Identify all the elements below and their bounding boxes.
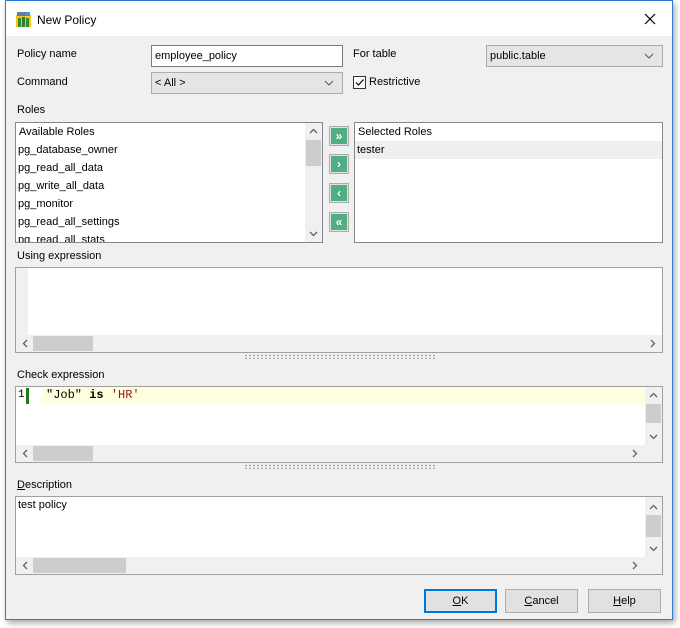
description-label: Description — [17, 479, 73, 491]
roles-label: Roles — [17, 104, 46, 116]
scrollbar-thumb[interactable] — [306, 140, 321, 166]
scroll-left-icon[interactable] — [20, 560, 30, 570]
restrictive-checkbox[interactable] — [353, 76, 366, 89]
ok-button[interactable]: OK — [424, 589, 497, 613]
check-expression-label: Check expression — [17, 369, 105, 381]
scroll-left-icon[interactable] — [20, 338, 30, 348]
available-roles-header: Available Roles — [19, 126, 95, 138]
chevron-left-icon: ‹ — [331, 185, 347, 201]
selected-roles-header: Selected Roles — [358, 126, 432, 138]
check-expression-editor[interactable]: 1 "Job" is 'HR' — [15, 386, 663, 463]
remove-role-button[interactable]: ‹ — [329, 183, 349, 203]
list-item[interactable]: pg_write_all_data — [16, 177, 322, 195]
description-textarea[interactable]: test policy — [15, 496, 663, 575]
using-expression-hscrollbar[interactable] — [16, 335, 662, 352]
list-item[interactable]: pg_read_all_settings — [16, 213, 322, 231]
new-policy-dialog: New Policy Policy name employee_policy F… — [5, 0, 673, 620]
command-select[interactable]: < All > — [151, 72, 343, 94]
for-table-label: For table — [353, 48, 397, 60]
chevron-down-icon — [644, 53, 654, 59]
scroll-left-icon[interactable] — [20, 448, 30, 458]
splitter-handle[interactable] — [244, 354, 436, 359]
scroll-right-icon[interactable] — [648, 338, 658, 348]
for-table-value: public.table — [490, 50, 546, 62]
double-chevron-right-icon: » — [331, 128, 347, 144]
list-item[interactable]: pg_database_owner — [16, 141, 322, 159]
available-roles-scrollbar[interactable] — [305, 123, 322, 242]
splitter-handle[interactable] — [244, 464, 436, 469]
scroll-down-icon[interactable] — [308, 229, 318, 239]
double-chevron-left-icon: « — [331, 214, 347, 230]
list-item[interactable]: pg_read_all_stats — [16, 231, 322, 242]
title-bar: New Policy — [6, 1, 672, 36]
add-all-roles-button[interactable]: » — [329, 126, 349, 146]
database-tools-icon — [16, 12, 31, 27]
help-button[interactable]: Help — [588, 589, 661, 613]
scroll-down-icon[interactable] — [648, 544, 658, 554]
scroll-up-icon[interactable] — [308, 126, 318, 136]
check-expression-code: "Job" is 'HR' — [46, 388, 140, 402]
scroll-right-icon[interactable] — [630, 560, 640, 570]
scrollbar-thumb[interactable] — [646, 404, 661, 423]
available-roles-list[interactable]: Available Roles pg_database_owner pg_rea… — [15, 122, 323, 243]
line-number: 1 — [18, 389, 25, 401]
checkmark-icon — [355, 79, 364, 86]
scroll-down-icon[interactable] — [648, 432, 658, 442]
scroll-up-icon[interactable] — [648, 390, 658, 400]
command-label: Command — [17, 76, 68, 88]
scrollbar-thumb[interactable] — [33, 558, 126, 573]
remove-all-roles-button[interactable]: « — [329, 212, 349, 232]
using-expression-label: Using expression — [17, 250, 102, 262]
modified-line-marker — [26, 388, 29, 404]
close-button[interactable] — [628, 1, 672, 36]
policy-name-label: Policy name — [17, 48, 77, 60]
code-keyword: is — [89, 388, 104, 402]
scrollbar-thumb[interactable] — [33, 446, 93, 461]
cancel-button[interactable]: Cancel — [505, 589, 578, 613]
check-expression-vscrollbar[interactable] — [645, 387, 662, 445]
scrollbar-thumb[interactable] — [646, 515, 661, 537]
close-icon — [644, 13, 656, 24]
code-identifier: "Job" — [46, 388, 83, 402]
command-value: < All > — [155, 77, 186, 89]
list-item[interactable]: pg_monitor — [16, 195, 322, 213]
for-table-select[interactable]: public.table — [486, 45, 663, 67]
description-text: test policy — [18, 499, 67, 511]
description-vscrollbar[interactable] — [645, 497, 662, 557]
add-role-button[interactable]: › — [329, 154, 349, 174]
scrollbar-thumb[interactable] — [33, 336, 93, 351]
list-item[interactable]: tester — [355, 141, 662, 159]
editor-gutter — [16, 268, 28, 335]
window-title: New Policy — [37, 13, 97, 27]
scroll-up-icon[interactable] — [648, 502, 658, 512]
chevron-right-icon: › — [331, 156, 347, 172]
check-expression-hscrollbar[interactable] — [16, 445, 662, 462]
scroll-right-icon[interactable] — [630, 448, 640, 458]
description-hscrollbar[interactable] — [16, 557, 662, 574]
selected-roles-list[interactable]: Selected Roles tester — [354, 122, 663, 243]
list-item[interactable]: pg_read_all_data — [16, 159, 322, 177]
using-expression-editor[interactable] — [15, 267, 663, 353]
code-string: 'HR' — [110, 388, 140, 402]
chevron-down-icon — [324, 80, 334, 86]
policy-name-input[interactable]: employee_policy — [151, 45, 343, 67]
restrictive-label: Restrictive — [369, 76, 421, 88]
